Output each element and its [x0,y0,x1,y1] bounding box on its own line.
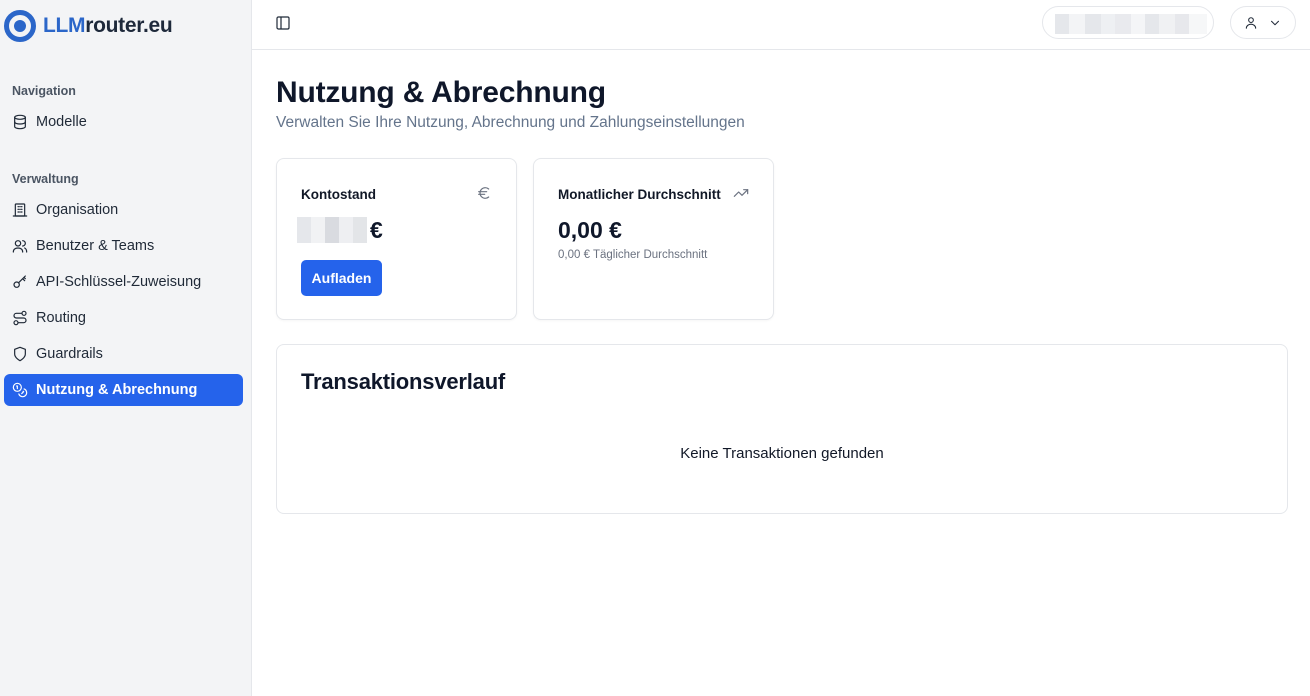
sidebar-item-label: API-Schlüssel-Zuweisung [36,274,202,290]
sidebar-item-label: Routing [36,310,86,326]
balance-card-title: Kontostand [301,187,376,202]
monthly-average-title: Monatlicher Durchschnitt [558,187,721,202]
building-icon [12,202,28,218]
user-menu-button[interactable] [1230,6,1296,39]
transaction-history-title: Transaktionsverlauf [301,369,506,394]
balance-card: Kontostand € Aufladen [276,158,517,320]
logo-icon [4,10,36,42]
sidebar-item-label: Guardrails [36,346,103,362]
sidebar-item-routing[interactable]: Routing [4,302,243,334]
organization-selector[interactable] [1042,6,1214,39]
database-icon [12,114,28,130]
sidebar-item-benutzer-teams[interactable]: Benutzer & Teams [4,230,243,262]
balance-value: € [297,217,383,243]
empty-state-message: Keine Transaktionen gefunden [680,445,884,462]
sidebar-item-api-key[interactable]: API-Schlüssel-Zuweisung [4,266,243,298]
sidebar-item-modelle[interactable]: Modelle [4,106,243,138]
chevron-down-icon [1270,20,1280,25]
section-label-navigation: Navigation [12,84,76,98]
coins-icon [12,382,28,398]
logo-text: LLMrouter.eu [43,14,173,37]
monthly-average-card: Monatlicher Durchschnitt 0,00 € 0,00 € T… [533,158,774,320]
sidebar-item-label: Organisation [36,202,119,218]
page-subtitle: Verwalten Sie Ihre Nutzung, Abrechnung u… [276,114,745,131]
sidebar-item-nutzung-abrechnung[interactable]: Nutzung & Abrechnung [4,374,243,406]
logo[interactable]: LLMrouter.eu [4,9,173,43]
sidebar-item-label: Modelle [36,114,87,130]
key-icon [12,274,28,290]
transaction-history-card: Transaktionsverlauf Keine Transaktionen … [276,344,1288,514]
users-icon [12,238,28,254]
user-icon [1245,16,1257,29]
route-icon [12,310,28,326]
sidebar-item-organisation[interactable]: Organisation [4,194,243,226]
balance-currency: € [370,216,383,243]
sidebar-item-label: Benutzer & Teams [36,238,155,254]
top-header [252,0,1310,50]
sidebar: LLMrouter.eu Navigation Modelle Verwaltu… [0,0,252,696]
redacted-balance-amount [297,217,367,243]
page-title: Nutzung & Abrechnung [276,76,606,109]
panel-left-icon [276,16,290,30]
shield-icon [12,346,28,362]
trending-up-icon [733,185,749,206]
top-up-button[interactable]: Aufladen [301,260,382,296]
daily-average-note: 0,00 € Täglicher Durchschnitt [558,249,708,261]
sidebar-item-guardrails[interactable]: Guardrails [4,338,243,370]
sidebar-toggle-button[interactable] [272,12,294,34]
sidebar-item-label: Nutzung & Abrechnung [36,382,198,398]
monthly-average-value: 0,00 € [558,217,622,243]
redacted-organization-name [1055,14,1207,34]
euro-icon [476,185,492,206]
section-label-verwaltung: Verwaltung [12,172,79,186]
